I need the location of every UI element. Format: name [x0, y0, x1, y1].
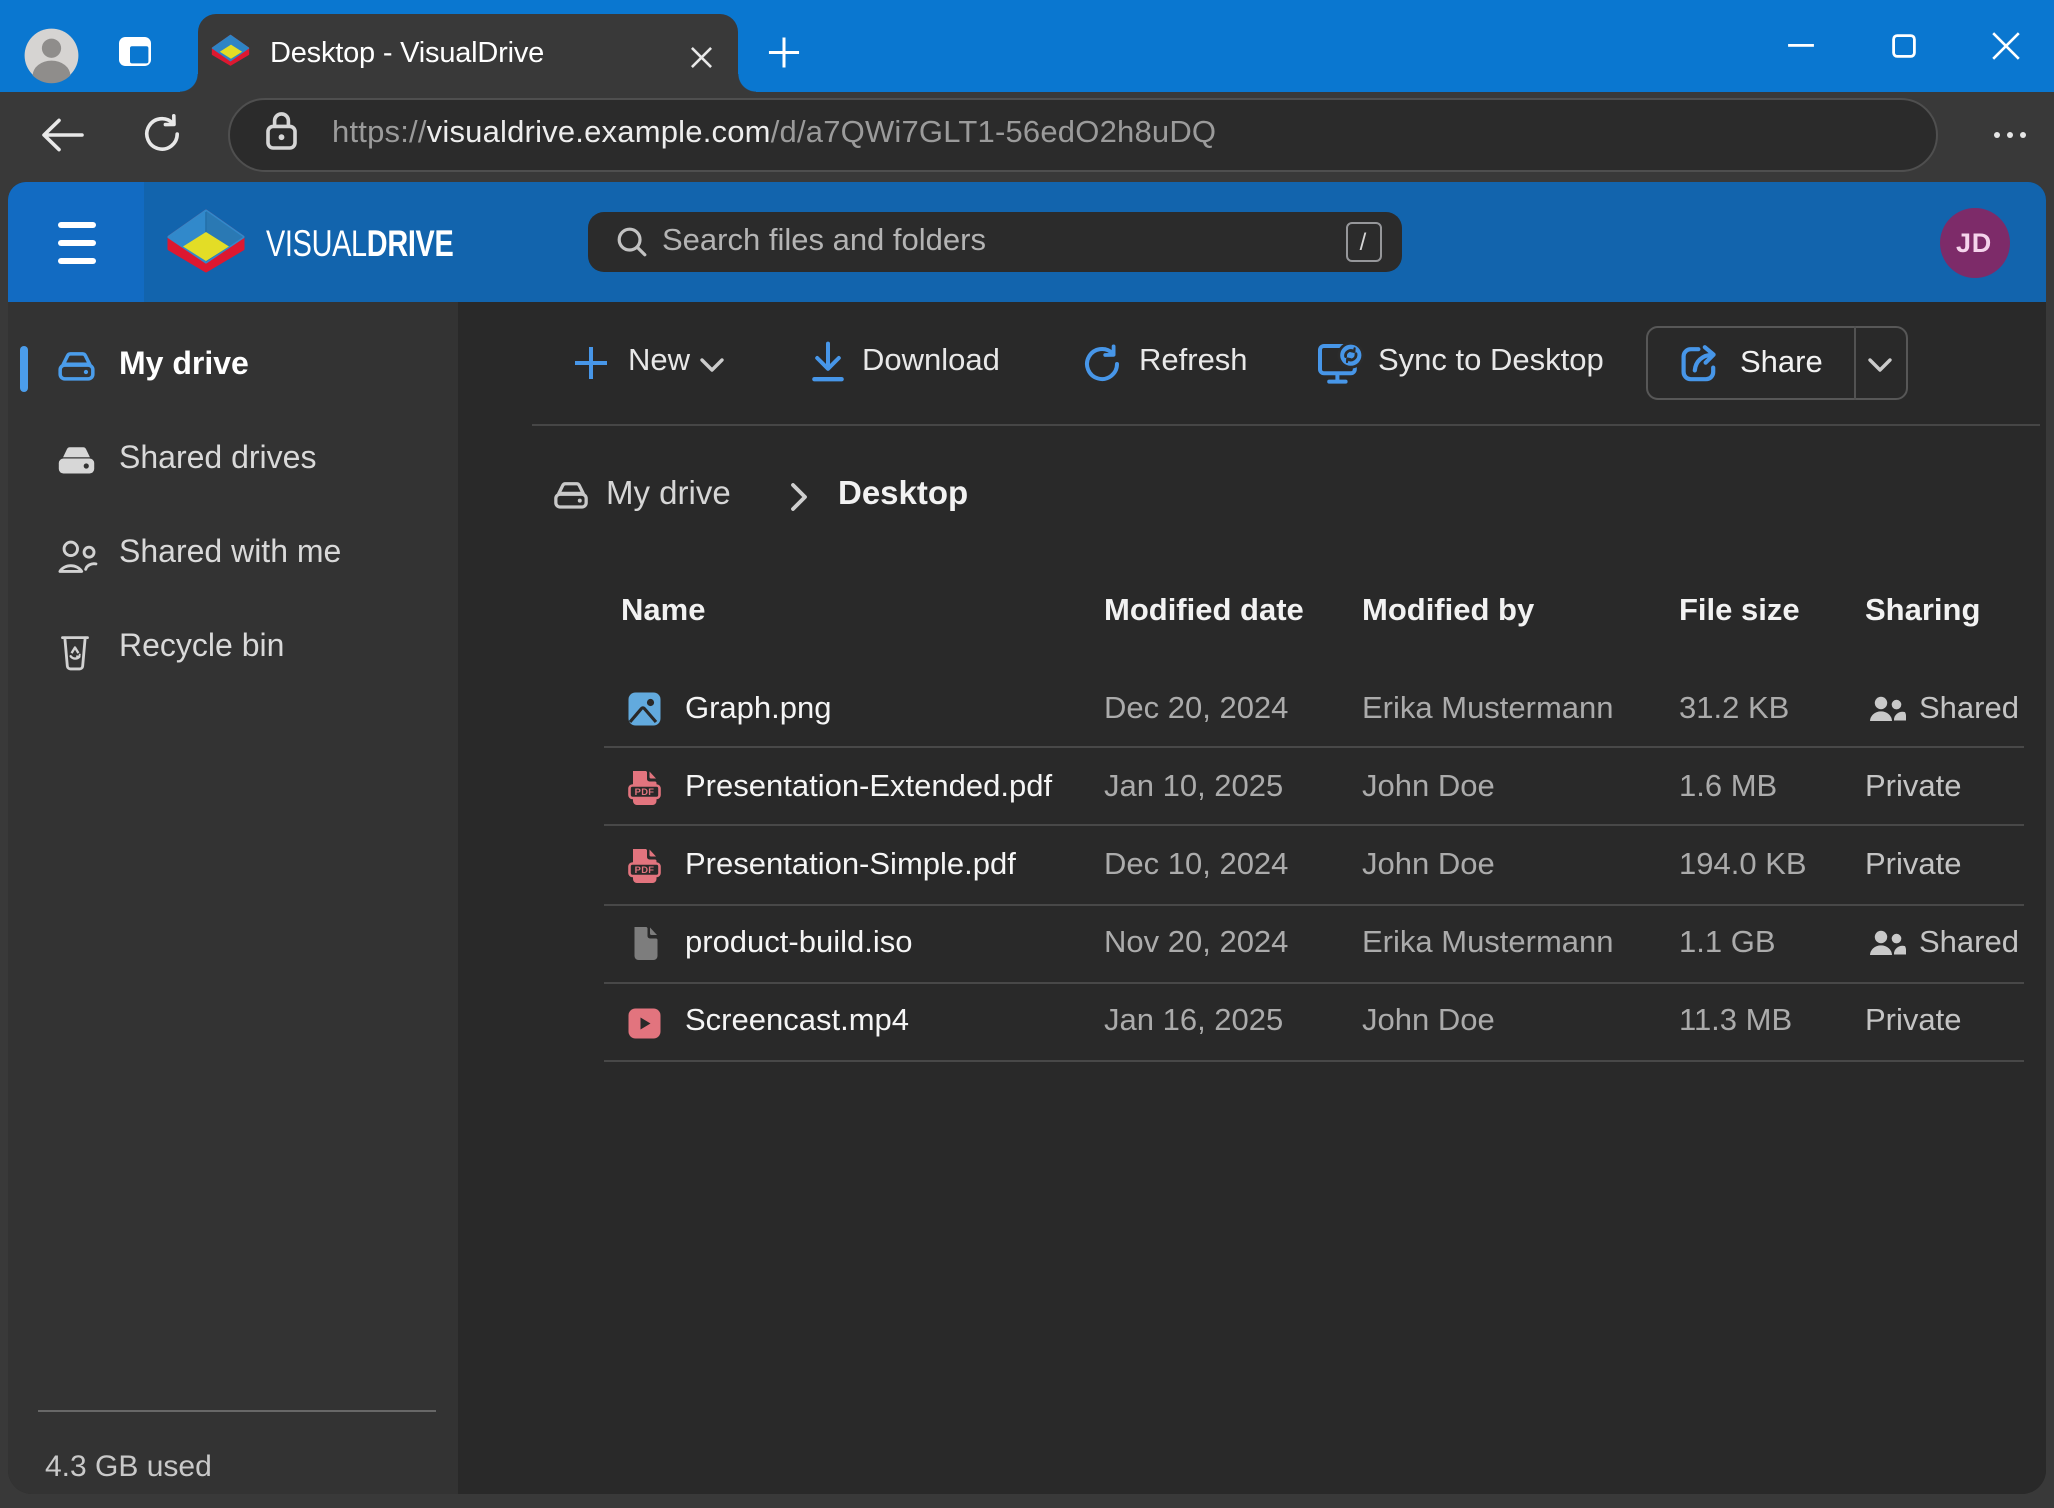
svg-text:PDF: PDF — [635, 864, 655, 875]
svg-text:PDF: PDF — [635, 785, 655, 796]
